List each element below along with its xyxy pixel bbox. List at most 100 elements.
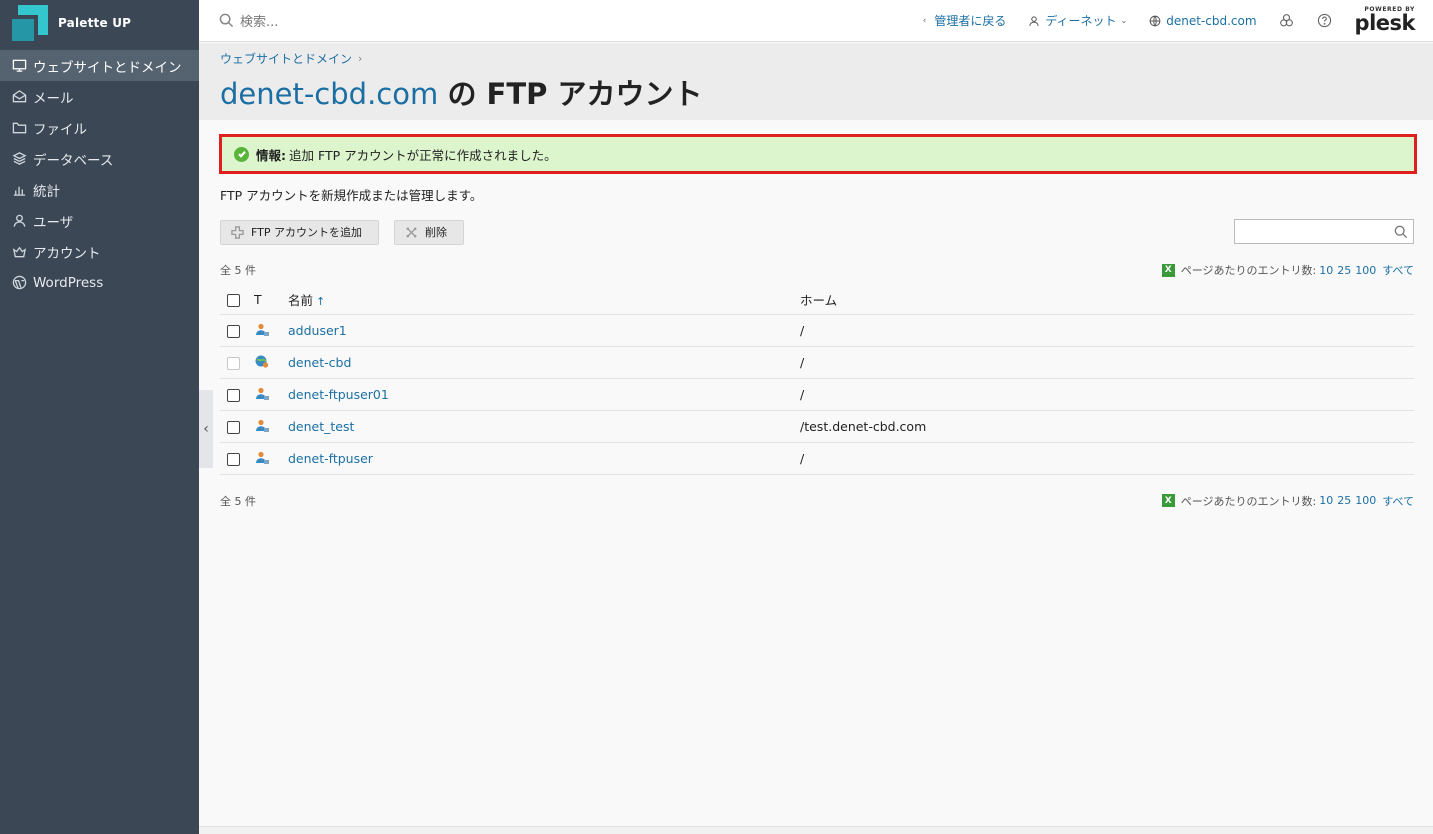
row-checkbox[interactable] xyxy=(227,324,240,338)
globe-icon xyxy=(1149,15,1161,26)
per-page-label: ページあたりのエントリ数: xyxy=(1180,264,1317,277)
ftp-user-icon xyxy=(254,450,270,465)
check-circle-icon xyxy=(234,146,249,162)
back-to-admin-link[interactable]: ‹ 管理者に戻る xyxy=(923,12,1007,29)
page-header: ウェブサイトとドメイン › denet-cbd.com の FTP アカウント xyxy=(199,43,1433,120)
sidebar-collapse-toggle[interactable]: ‹ xyxy=(199,390,213,468)
sidebar-item-mail[interactable]: メール xyxy=(0,81,199,112)
list-search-input[interactable] xyxy=(1234,219,1414,244)
table-row: adduser1 / xyxy=(220,314,1414,347)
row-checkbox xyxy=(227,356,240,370)
sidebar-item-account[interactable]: アカウント xyxy=(0,236,199,267)
domain-link[interactable]: denet-cbd.com xyxy=(1149,14,1257,28)
sidebar-item-websites[interactable]: ウェブサイトとドメイン xyxy=(0,50,199,81)
row-home-cell: /test.denet-cbd.com xyxy=(800,410,1414,443)
chevron-right-icon: › xyxy=(358,52,363,65)
row-home-cell: / xyxy=(800,378,1414,411)
breadcrumb-link-websites[interactable]: ウェブサイトとドメイン xyxy=(220,50,352,67)
ftp-account-link[interactable]: adduser1 xyxy=(288,323,347,338)
sidebar-item-label: WordPress xyxy=(33,274,104,291)
chart-icon xyxy=(11,182,27,198)
export-excel-icon[interactable]: X xyxy=(1161,494,1175,507)
table-header-row: T 名前 ↑ ホーム xyxy=(220,286,1414,315)
row-checkbox[interactable] xyxy=(227,420,240,434)
sidebar-item-label: メール xyxy=(33,90,74,107)
search-input[interactable]: 検索... xyxy=(240,11,278,30)
extensions-icon[interactable] xyxy=(1279,13,1295,29)
system-user-icon xyxy=(254,354,270,369)
ftp-accounts-table: T 名前 ↑ ホーム adduser1/denet-cbd / denet-ftpus… xyxy=(220,286,1414,475)
row-type-cell xyxy=(254,442,288,475)
sidebar-item-users[interactable]: ユーザ xyxy=(0,205,199,236)
per-page-label: ページあたりのエントリ数: xyxy=(1180,494,1317,508)
per-page-25[interactable]: 25 xyxy=(1337,264,1351,277)
row-home-cell: / xyxy=(800,346,1414,379)
message-label: 情報: xyxy=(256,147,286,163)
sidebar-item-files[interactable]: ファイル xyxy=(0,112,199,143)
row-name-cell: denet-ftpuser01 xyxy=(288,378,800,411)
search-icon xyxy=(1394,225,1408,238)
delete-button[interactable]: 削除 xyxy=(393,219,464,245)
sidebar-item-label: アカウント xyxy=(33,245,101,262)
row-select-cell xyxy=(220,314,254,347)
table-row: denet-ftpuser01 / xyxy=(220,378,1414,411)
per-page-selector: X ページあたりのエントリ数: 10 25 100 すべて xyxy=(1161,493,1414,509)
column-home[interactable]: ホーム xyxy=(800,286,1414,315)
table-row: denet-cbd / xyxy=(220,346,1414,379)
search-icon xyxy=(219,13,234,28)
ftp-account-link[interactable]: denet_test xyxy=(288,419,354,434)
topbar: 検索... ‹ 管理者に戻る ディーネット ⌄ denet-cbd.com PO… xyxy=(199,0,1433,42)
row-select-cell xyxy=(220,442,254,475)
row-select-cell xyxy=(220,378,254,411)
account-icon xyxy=(11,244,27,260)
row-type-cell xyxy=(254,378,288,411)
ftp-user-icon xyxy=(254,322,270,337)
sidebar-item-wordpress[interactable]: WordPress xyxy=(0,267,199,298)
per-page-100[interactable]: 100 xyxy=(1355,264,1376,277)
ftp-account-link[interactable]: denet-cbd xyxy=(288,355,351,370)
per-page-25[interactable]: 25 xyxy=(1337,494,1351,507)
total-count: 全 5 件 xyxy=(220,264,256,277)
chevron-down-icon: ⌄ xyxy=(1120,16,1128,25)
add-ftp-account-button[interactable]: FTP アカウントを追加 xyxy=(220,219,379,245)
sidebar-item-statistics[interactable]: 統計 xyxy=(0,174,199,205)
help-icon[interactable] xyxy=(1317,13,1333,29)
row-checkbox[interactable] xyxy=(227,388,240,402)
table-row: denet-ftpuser / xyxy=(220,442,1414,475)
user-icon xyxy=(11,213,27,229)
column-name[interactable]: 名前 ↑ xyxy=(288,286,800,315)
sidebar-item-databases[interactable]: データベース xyxy=(0,143,199,174)
folder-icon xyxy=(11,120,27,136)
row-checkbox[interactable] xyxy=(227,452,240,466)
per-page-10[interactable]: 10 xyxy=(1319,264,1333,277)
sidebar-nav: ウェブサイトとドメイン メール ファイル データベース 統計 ユーザ アカウント xyxy=(0,50,199,298)
page-title-domain[interactable]: denet-cbd.com xyxy=(220,77,438,111)
table-body: adduser1/denet-cbd / denet-ftpuser01/denet… xyxy=(220,314,1414,475)
per-page-10[interactable]: 10 xyxy=(1319,494,1333,507)
column-type[interactable]: T xyxy=(254,286,288,315)
per-page-selector: X ページあたりのエントリ数: 10 25 100 すべて xyxy=(1161,262,1414,278)
plesk-logo: POWERED BY plesk xyxy=(1355,7,1416,34)
user-menu-label: ディーネット xyxy=(1045,14,1117,28)
ftp-account-link[interactable]: denet-ftpuser01 xyxy=(288,387,389,402)
global-search[interactable]: 検索... xyxy=(199,11,901,30)
per-page-100[interactable]: 100 xyxy=(1355,494,1376,507)
row-select-cell xyxy=(220,410,254,443)
breadcrumb: ウェブサイトとドメイン › xyxy=(220,50,1433,67)
per-page-all[interactable]: すべて xyxy=(1382,262,1414,278)
database-icon xyxy=(11,151,27,167)
per-page-all[interactable]: すべて xyxy=(1382,493,1414,509)
brand-logo-icon xyxy=(12,5,48,41)
user-menu[interactable]: ディーネット ⌄ xyxy=(1028,12,1127,29)
list-summary-top: 全 5 件 X ページあたりのエントリ数: 10 25 100 すべて xyxy=(220,263,1414,277)
page-title: denet-cbd.com の FTP アカウント xyxy=(220,71,1433,113)
row-select-cell xyxy=(220,346,254,379)
ftp-user-icon xyxy=(254,386,270,401)
user-icon xyxy=(1029,15,1039,26)
column-name-label: 名前 xyxy=(288,293,314,309)
brand[interactable]: Palette UP xyxy=(0,0,199,46)
export-excel-icon[interactable]: X xyxy=(1161,263,1175,277)
ftp-user-icon xyxy=(254,418,270,433)
select-all-checkbox[interactable] xyxy=(227,294,240,308)
ftp-account-link[interactable]: denet-ftpuser xyxy=(288,451,373,466)
